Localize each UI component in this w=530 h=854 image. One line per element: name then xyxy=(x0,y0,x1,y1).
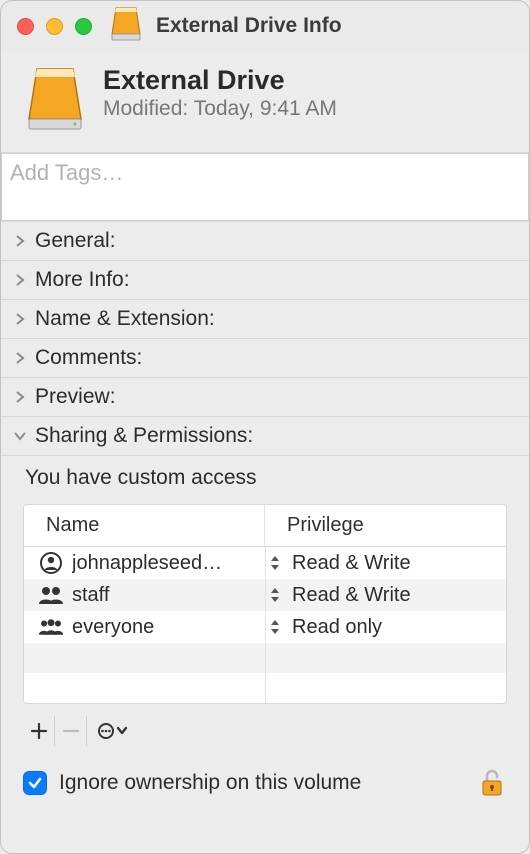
close-button[interactable] xyxy=(17,18,34,35)
section-sharing[interactable]: Sharing & Permissions: xyxy=(1,417,529,456)
titlebar: External Drive Info xyxy=(1,1,529,51)
privilege-value: Read & Write xyxy=(292,584,411,607)
section-label: More Info: xyxy=(35,268,130,292)
ignore-ownership-checkbox[interactable] xyxy=(23,771,47,795)
privilege-value: Read only xyxy=(292,616,382,639)
table-row[interactable]: johnappleseed… Read & Write xyxy=(24,547,506,579)
chevron-right-icon xyxy=(13,234,27,248)
tags-input[interactable]: Add Tags… xyxy=(1,153,529,221)
modified-line: Modified: Today, 9:41 AM xyxy=(103,97,337,121)
table-body: johnappleseed… Read & Write xyxy=(24,547,506,703)
drive-icon xyxy=(25,65,85,138)
window-title: External Drive Info xyxy=(156,14,342,38)
sharing-body: You have custom access Name Privilege jo… xyxy=(1,456,529,764)
modified-value: Today, 9:41 AM xyxy=(194,97,337,120)
section-comments[interactable]: Comments: xyxy=(1,339,529,378)
header-text: External Drive Modified: Today, 9:41 AM xyxy=(103,65,337,121)
section-general[interactable]: General: xyxy=(1,221,529,261)
chevron-right-icon xyxy=(13,312,27,326)
action-menu-button[interactable] xyxy=(87,716,137,746)
col-privilege[interactable]: Privilege xyxy=(265,505,506,547)
group-icon xyxy=(38,582,64,608)
table-row-empty xyxy=(24,643,506,673)
section-label: Name & Extension: xyxy=(35,307,215,331)
item-header: External Drive Modified: Today, 9:41 AM xyxy=(1,51,529,153)
user-name: everyone xyxy=(72,616,154,639)
stepper-icon[interactable] xyxy=(270,587,280,603)
info-window: External Drive Info External Drive Modif… xyxy=(0,0,530,854)
user-name: johnappleseed… xyxy=(72,552,222,575)
chevron-right-icon xyxy=(13,273,27,287)
table-row-empty xyxy=(24,673,506,703)
minimize-button[interactable] xyxy=(46,18,63,35)
chevron-down-icon xyxy=(13,429,27,443)
stepper-icon[interactable] xyxy=(270,619,280,635)
col-name[interactable]: Name xyxy=(24,505,265,547)
stepper-icon[interactable] xyxy=(270,555,280,571)
section-label: Sharing & Permissions: xyxy=(35,424,253,448)
section-label: Preview: xyxy=(35,385,116,409)
table-toolbar xyxy=(23,716,507,746)
add-button[interactable] xyxy=(23,716,55,746)
chevron-right-icon xyxy=(13,351,27,365)
permissions-table: Name Privilege johnappleseed… xyxy=(23,504,507,704)
modified-label: Modified: xyxy=(103,97,188,120)
access-text: You have custom access xyxy=(23,466,507,490)
lock-icon[interactable] xyxy=(477,768,507,798)
table-row[interactable]: everyone Read only xyxy=(24,611,506,643)
group-icon xyxy=(38,614,64,640)
ignore-ownership-row: Ignore ownership on this volume xyxy=(1,764,529,814)
section-name-extension[interactable]: Name & Extension: xyxy=(1,300,529,339)
privilege-value: Read & Write xyxy=(292,552,411,575)
sections: General: More Info: Name & Extension: Co… xyxy=(1,221,529,814)
section-preview[interactable]: Preview: xyxy=(1,378,529,417)
maximize-button[interactable] xyxy=(75,18,92,35)
section-label: Comments: xyxy=(35,346,142,370)
ignore-ownership-label: Ignore ownership on this volume xyxy=(59,771,361,795)
table-row[interactable]: staff Read & Write xyxy=(24,579,506,611)
traffic-lights xyxy=(17,18,92,35)
remove-button[interactable] xyxy=(55,716,87,746)
user-name: staff xyxy=(72,584,109,607)
item-name: External Drive xyxy=(103,65,337,96)
drive-icon xyxy=(110,6,142,47)
table-header: Name Privilege xyxy=(24,505,506,547)
person-icon xyxy=(38,550,64,576)
section-more-info[interactable]: More Info: xyxy=(1,261,529,300)
section-label: General: xyxy=(35,229,116,253)
chevron-right-icon xyxy=(13,390,27,404)
